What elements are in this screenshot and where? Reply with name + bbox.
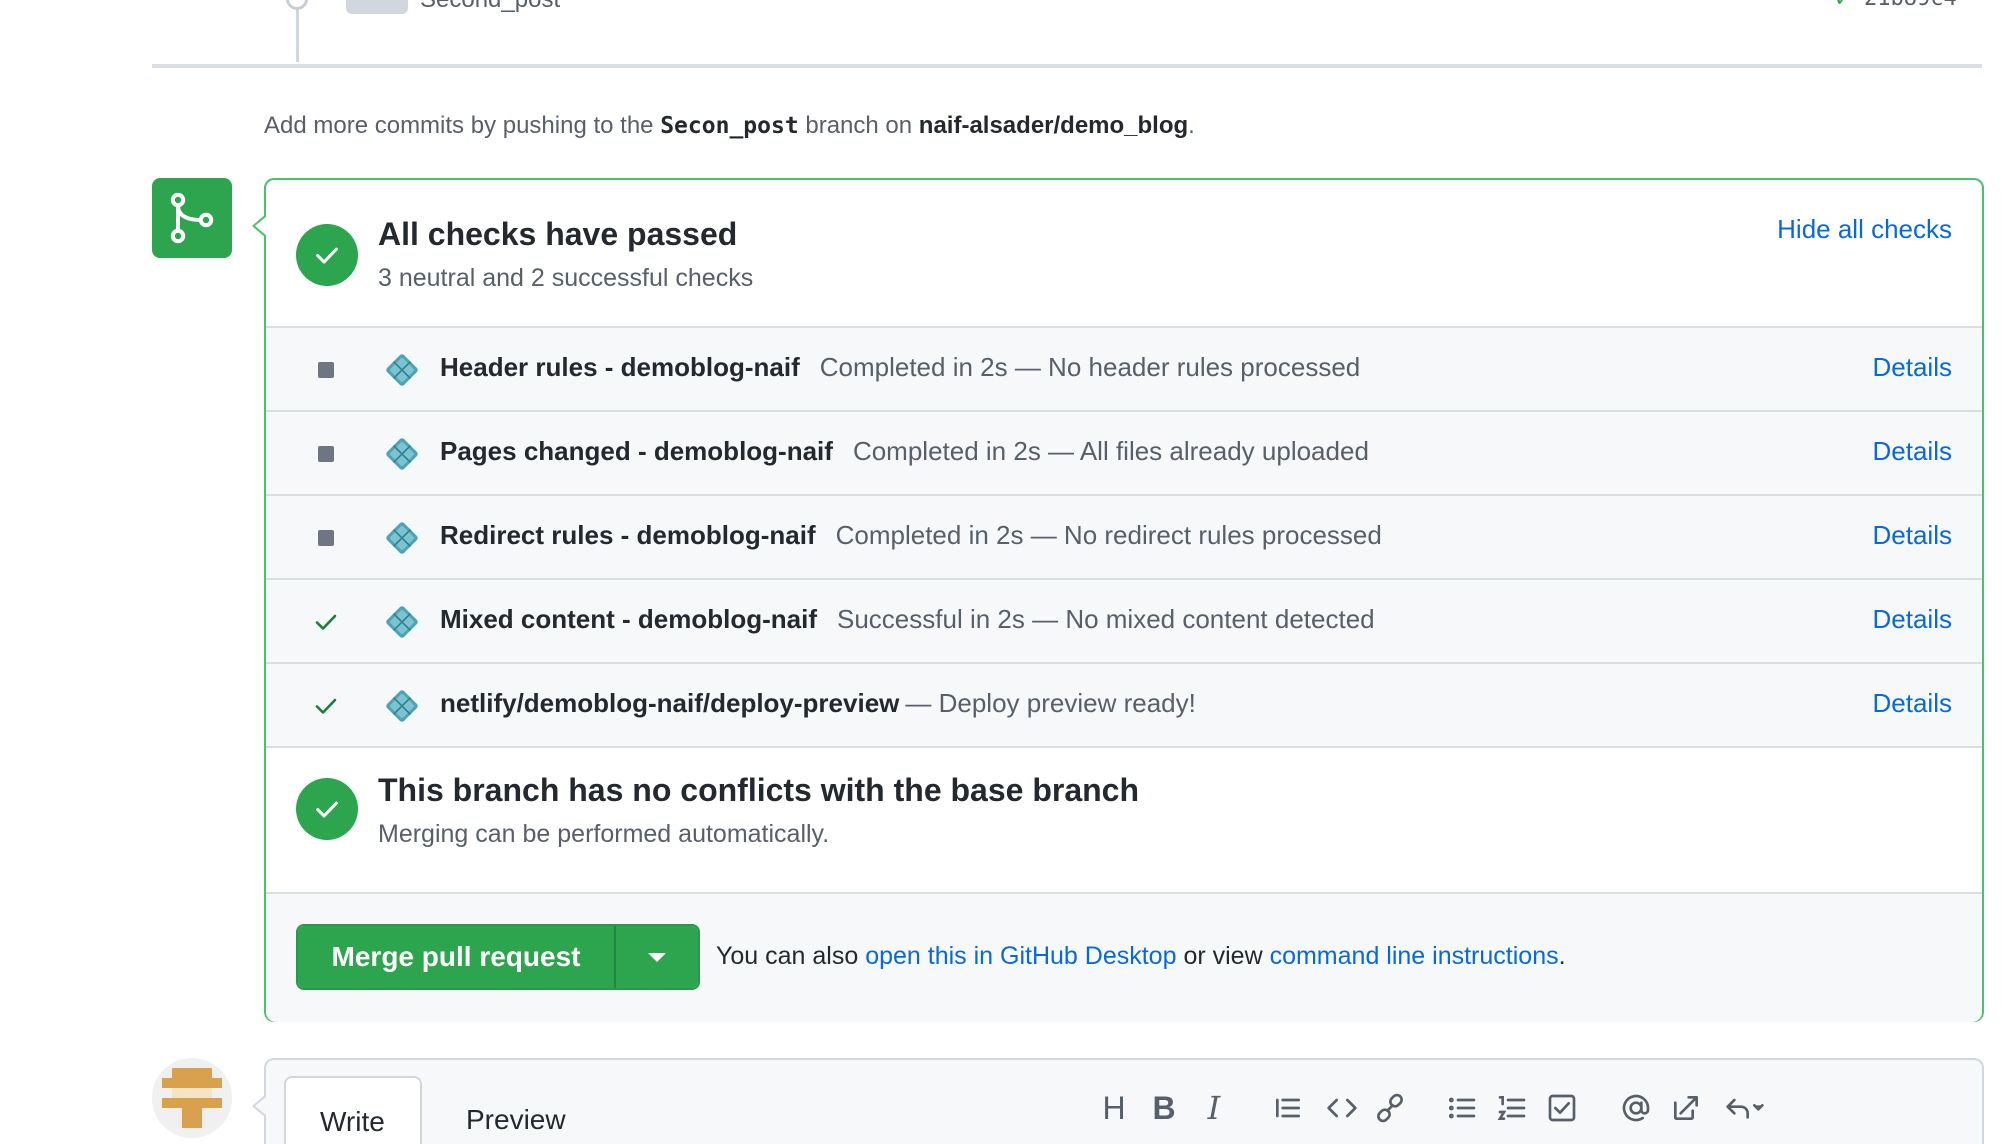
neutral-status-icon xyxy=(314,358,338,382)
push-hint-branch: Secon_post xyxy=(660,113,799,139)
checks-list: Header rules - demoblog-naif Completed in… xyxy=(266,326,1982,746)
merge-hint: You can also open this in GitHub Desktop… xyxy=(716,942,1566,971)
merge-pull-request-button[interactable]: Merge pull request xyxy=(298,926,614,988)
commit-dot-icon xyxy=(286,0,308,10)
task-list-icon[interactable] xyxy=(1542,1088,1582,1128)
merge-button-group: Merge pull request xyxy=(296,924,700,990)
merge-method-dropdown-icon[interactable] xyxy=(614,926,698,988)
push-hint-prefix: Add more commits by pushing to the xyxy=(264,112,654,139)
bold-icon[interactable]: B xyxy=(1144,1088,1184,1128)
check-row: Pages changed - demoblog-naif Completed i… xyxy=(266,410,1982,494)
tab-preview[interactable]: Preview xyxy=(466,1104,566,1136)
avatar[interactable] xyxy=(152,1058,232,1138)
conflict-status: This branch has no conflicts with the ba… xyxy=(266,746,1982,892)
check-details-link[interactable]: Details xyxy=(1873,352,1952,383)
commit-message[interactable]: Second_post xyxy=(420,0,560,14)
check-text: netlify/demoblog-naif/deploy-preview — De… xyxy=(440,688,1196,719)
push-hint: Add more commits by pushing to the Secon… xyxy=(264,112,1195,140)
cross-reference-icon[interactable] xyxy=(1666,1088,1706,1128)
check-row: Mixed content - demoblog-naif Successful … xyxy=(266,578,1982,662)
neutral-status-icon xyxy=(314,442,338,466)
tab-write[interactable]: Write xyxy=(284,1076,422,1144)
quote-icon[interactable] xyxy=(1268,1088,1308,1128)
checks-subtitle: 3 neutral and 2 successful checks xyxy=(378,264,754,292)
git-merge-icon xyxy=(152,178,232,258)
no-conflicts-icon xyxy=(296,778,358,840)
check-text: Redirect rules - demoblog-naif Completed … xyxy=(440,520,1382,551)
check-description: — Deploy preview ready! xyxy=(905,688,1196,718)
check-description: Completed in 2s — All files already uplo… xyxy=(852,436,1369,466)
merge-hint-prefix: You can also xyxy=(716,942,859,970)
check-description: Completed in 2s — No header rules proces… xyxy=(819,352,1361,382)
merge-status-box: All checks have passed 3 neutral and 2 s… xyxy=(252,178,1984,1022)
code-icon[interactable] xyxy=(1322,1088,1362,1128)
netlify-logo-icon xyxy=(386,606,418,638)
check-name: Mixed content - demoblog-naif xyxy=(440,604,817,634)
success-check-icon xyxy=(314,610,338,634)
netlify-logo-icon xyxy=(386,690,418,722)
check-name: Redirect rules - demoblog-naif xyxy=(440,520,816,550)
check-name: netlify/demoblog-naif/deploy-preview xyxy=(440,688,900,718)
commit-status-check-icon[interactable]: ✓ xyxy=(1834,0,1852,12)
check-text: Mixed content - demoblog-naif Successful … xyxy=(440,604,1375,635)
check-row: Redirect rules - demoblog-naif Completed … xyxy=(266,494,1982,578)
conflict-subtitle: Merging can be performed automatically. xyxy=(378,820,830,848)
check-description: Successful in 2s — No mixed content dete… xyxy=(837,604,1375,634)
netlify-logo-icon xyxy=(386,354,418,386)
check-details-link[interactable]: Details xyxy=(1873,436,1952,467)
saved-replies-icon[interactable] xyxy=(1716,1088,1774,1128)
mention-icon[interactable] xyxy=(1616,1088,1656,1128)
neutral-status-icon xyxy=(314,526,338,550)
check-name: Header rules - demoblog-naif xyxy=(440,352,800,382)
command-line-instructions-link[interactable]: command line instructions xyxy=(1270,942,1559,970)
check-text: Pages changed - demoblog-naif Completed i… xyxy=(440,436,1369,467)
check-description: Completed in 2s — No redirect rules proc… xyxy=(835,520,1382,550)
merge-hint-suffix: . xyxy=(1558,942,1566,970)
push-hint-repo: naif-alsader/demo_blog xyxy=(918,112,1189,139)
check-details-link[interactable]: Details xyxy=(1873,688,1952,719)
check-text: Header rules - demoblog-naif Completed in… xyxy=(440,352,1360,383)
ordered-list-icon[interactable] xyxy=(1492,1088,1532,1128)
push-hint-middle: branch on xyxy=(805,112,913,139)
merge-hint-middle: or view xyxy=(1183,942,1263,970)
checks-summary: All checks have passed 3 neutral and 2 s… xyxy=(266,180,1982,326)
github-desktop-link[interactable]: open this in GitHub Desktop xyxy=(865,942,1176,970)
commit-avatars[interactable] xyxy=(346,0,408,14)
comment-composer: Write Preview H B I xyxy=(252,1058,1984,1144)
unordered-list-icon[interactable] xyxy=(1442,1088,1482,1128)
link-icon[interactable] xyxy=(1370,1088,1410,1128)
netlify-logo-icon xyxy=(386,522,418,554)
conflict-title: This branch has no conflicts with the ba… xyxy=(378,772,1140,808)
check-row: netlify/demoblog-naif/deploy-preview — De… xyxy=(266,662,1982,746)
checks-title: All checks have passed xyxy=(378,216,738,252)
merge-actions: Merge pull request You can also open thi… xyxy=(266,892,1982,1022)
success-check-icon xyxy=(314,694,338,718)
timeline-divider xyxy=(152,64,1982,68)
push-hint-suffix: . xyxy=(1188,112,1195,139)
check-details-link[interactable]: Details xyxy=(1873,520,1952,551)
netlify-logo-icon xyxy=(386,438,418,470)
check-row: Header rules - demoblog-naif Completed in… xyxy=(266,326,1982,410)
checks-passed-icon xyxy=(296,224,358,286)
heading-icon[interactable]: H xyxy=(1094,1088,1134,1128)
hide-all-checks-link[interactable]: Hide all checks xyxy=(1777,214,1952,245)
check-details-link[interactable]: Details xyxy=(1873,604,1952,635)
italic-icon[interactable]: I xyxy=(1194,1088,1234,1128)
check-name: Pages changed - demoblog-naif xyxy=(440,436,833,466)
commit-sha[interactable]: 21b89c4 xyxy=(1864,0,1957,11)
